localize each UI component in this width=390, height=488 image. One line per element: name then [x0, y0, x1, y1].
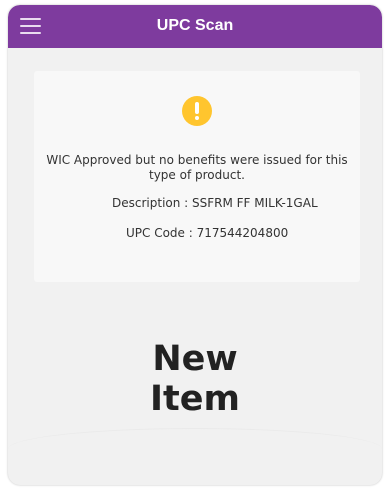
- bottom-divider: [8, 428, 382, 449]
- page-title: UPC Scan: [156, 17, 234, 34]
- warning-icon: [182, 96, 212, 126]
- new-item-label-line2: Item: [150, 379, 240, 419]
- product-description: Description : SSFRM FF MILK-1GAL: [112, 196, 318, 210]
- new-item-label-line1: New: [152, 339, 238, 379]
- upc-code: UPC Code : 717544204800: [126, 226, 289, 240]
- app-header: UPC Scan: [8, 5, 382, 48]
- result-message: WIC Approved but no benefits were issued…: [46, 153, 348, 182]
- scan-result-card: WIC Approved but no benefits were issued…: [34, 71, 360, 282]
- app-screen: UPC Scan WIC Approved but no benefits we…: [8, 5, 382, 485]
- new-item-button[interactable]: New Item: [8, 339, 382, 419]
